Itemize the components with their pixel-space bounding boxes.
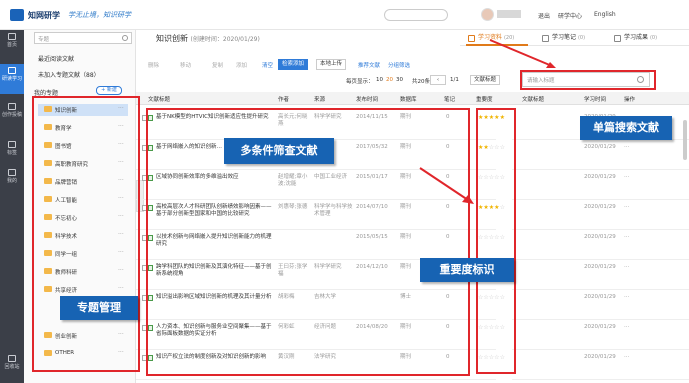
search-arrow (489, 39, 553, 67)
callout-search: 单篇搜索文献 (580, 116, 672, 140)
importance-arrow (419, 167, 469, 201)
callout-importance: 重要度标识 (420, 258, 514, 282)
callout-sidebar: 专题管理 (60, 296, 138, 320)
annotation-arrows (419, 39, 556, 204)
callout-filter: 多条件筛查文献 (224, 138, 334, 164)
